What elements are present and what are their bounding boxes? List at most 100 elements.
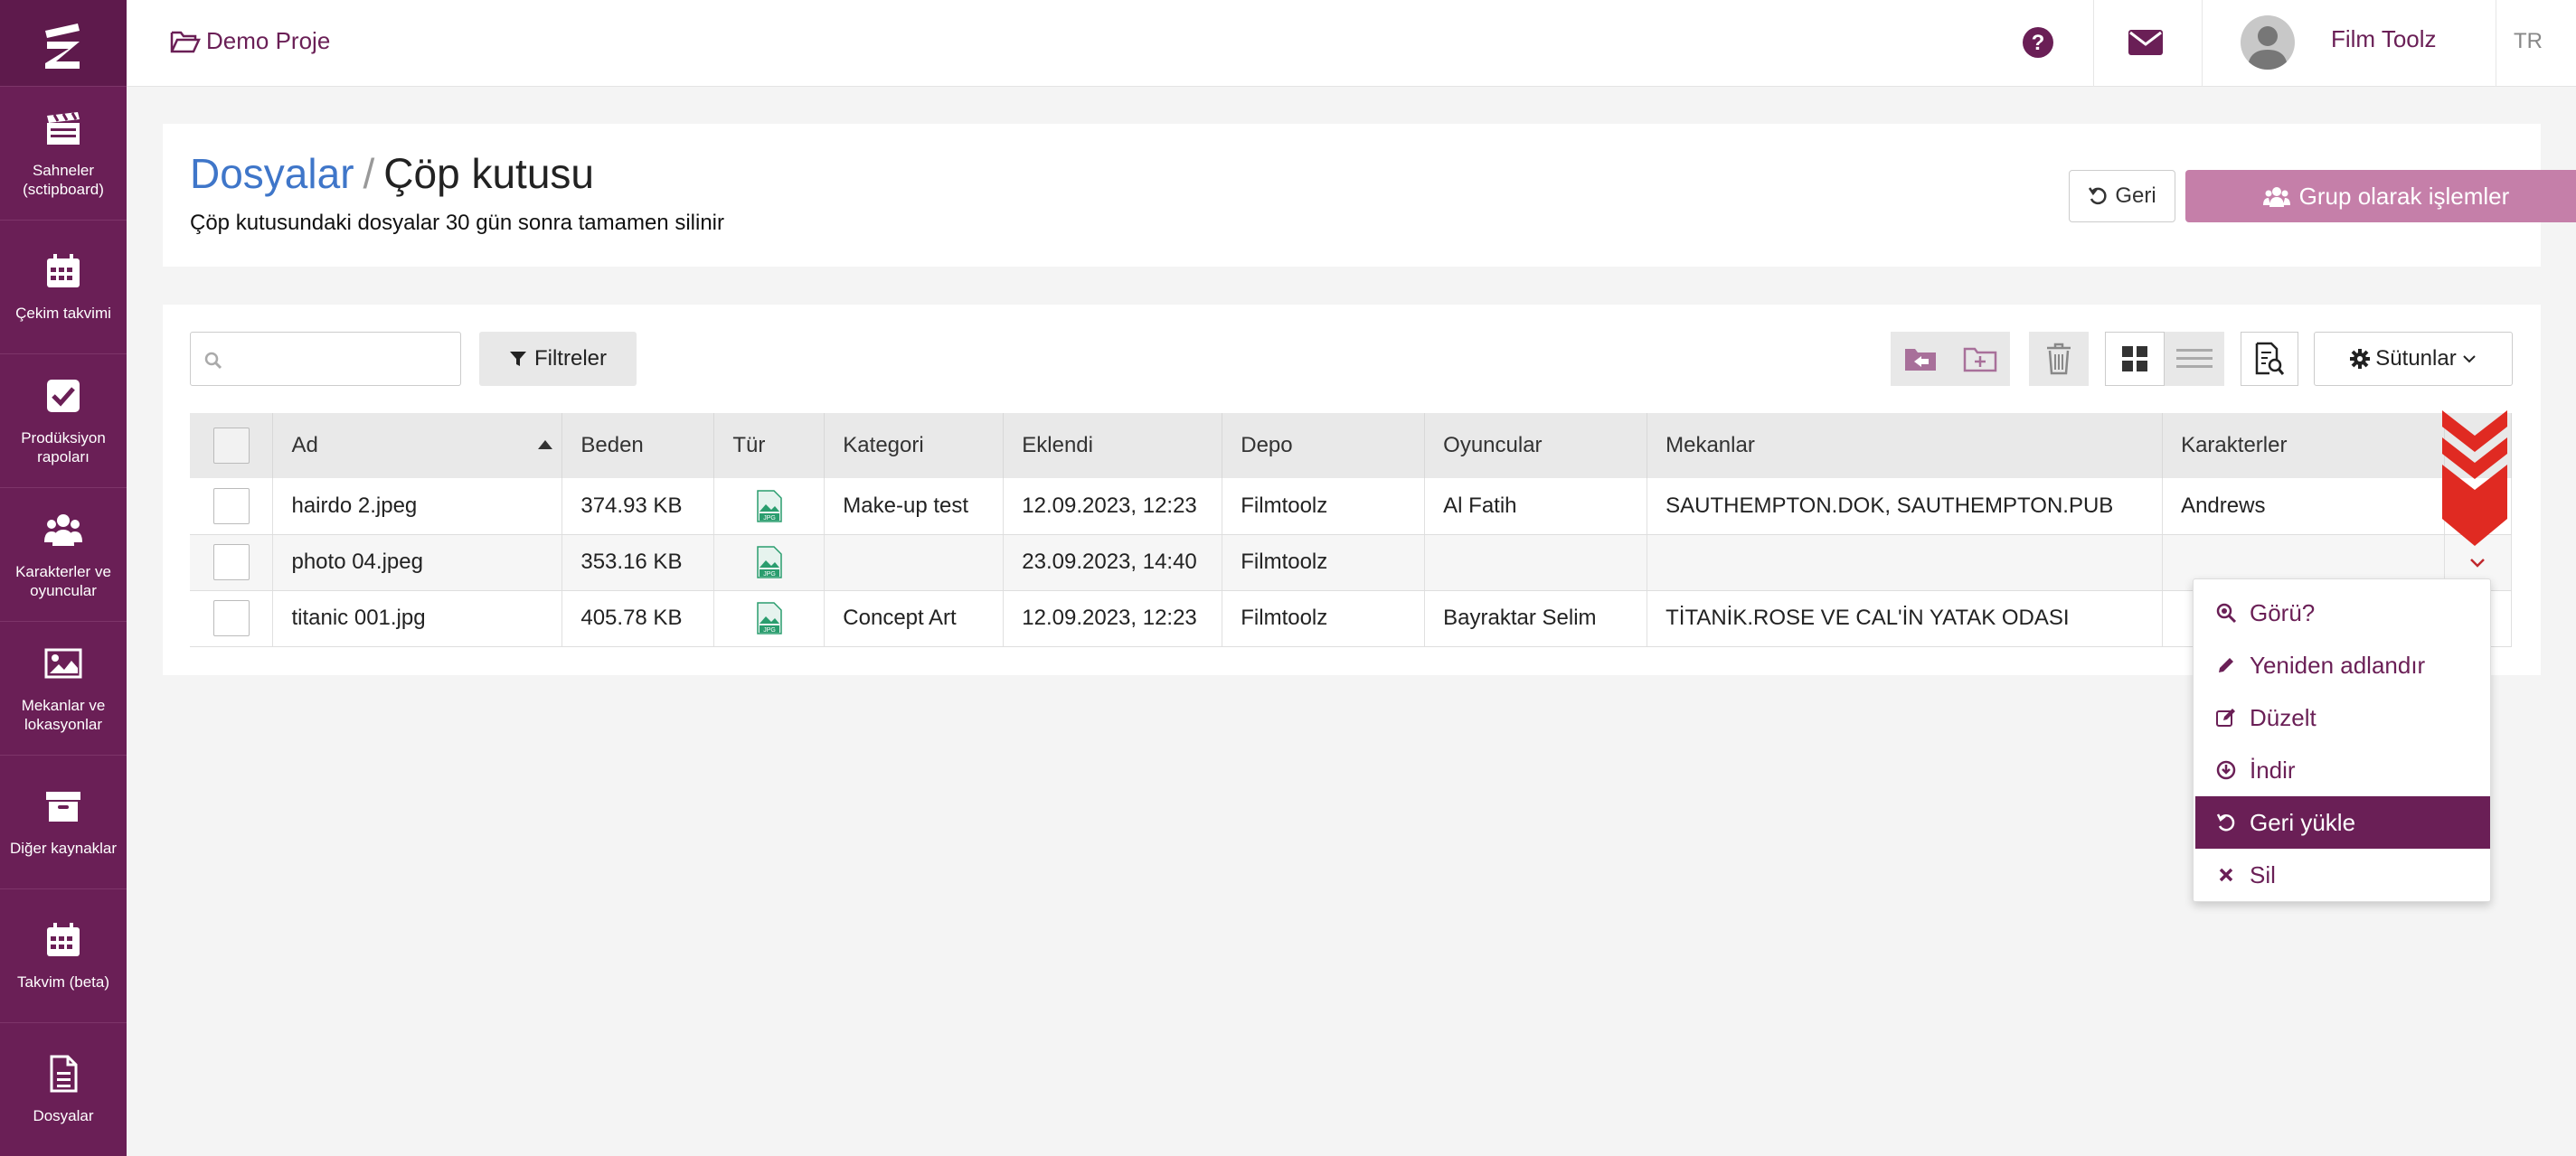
sidebar-item-production-reports[interactable]: Prodüksiyon rapoları: [0, 354, 127, 488]
sidebar-item-shooting-schedule[interactable]: Çekim takvimi: [0, 221, 127, 354]
svg-text:JPG: JPG: [763, 515, 776, 522]
move-to-folder-button[interactable]: [1891, 332, 1950, 386]
table-row[interactable]: hairdo 2.jpeg 374.93 KB JPG Make-up test…: [190, 478, 2513, 535]
file-category: Make-up test: [824, 478, 1005, 535]
file-name[interactable]: hairdo 2.jpeg: [272, 478, 563, 535]
project-selector[interactable]: Demo Proje: [170, 27, 330, 55]
folder-plus-icon: [1963, 347, 1997, 372]
help-button[interactable]: ?: [2021, 25, 2055, 64]
row-checkbox[interactable]: [212, 544, 250, 580]
row-checkbox[interactable]: [212, 600, 250, 636]
table-header-row: Ad Beden Tür Kategori Eklendi Depo Oyunc…: [190, 413, 2513, 478]
user-icon: [2248, 26, 2288, 70]
column-header-name[interactable]: Ad: [272, 413, 563, 478]
grid-view-icon: [2122, 346, 2147, 371]
clapperboard-icon: [47, 111, 80, 145]
column-header-locations[interactable]: Mekanlar: [1647, 413, 2164, 478]
sidebar-item-scenes[interactable]: Sahneler (sctipboard): [0, 87, 127, 221]
group-actions-button[interactable]: Grup olarak işlemler: [2185, 170, 2576, 222]
top-bar: Demo Proje ? Film Toolz TR: [127, 0, 2576, 87]
breadcrumb-separator: /: [363, 150, 375, 197]
new-folder-button[interactable]: [1950, 332, 2010, 386]
menu-item-restore[interactable]: Geri yükle: [2195, 796, 2490, 849]
list-view-button[interactable]: [2165, 332, 2224, 386]
sidebar-item-label: Prodüksiyon rapoları: [21, 428, 106, 465]
columns-button[interactable]: Sütunlar: [2314, 332, 2513, 386]
search-icon: [204, 352, 222, 370]
page-title: Çöp kutusu: [383, 150, 594, 197]
column-header-actors[interactable]: Oyuncular: [1424, 413, 1648, 478]
table-row[interactable]: photo 04.jpeg 353.16 KB JPG 23.09.2023, …: [190, 534, 2513, 591]
sidebar-item-calendar-beta[interactable]: Takvim (beta): [0, 889, 127, 1023]
sidebar-item-label: Çekim takvimi: [15, 305, 111, 322]
file-locations: [1647, 534, 2164, 591]
messages-button[interactable]: [2128, 29, 2164, 61]
archive-icon: [46, 792, 80, 822]
language-selector[interactable]: TR: [2514, 29, 2543, 54]
chevron-down-icon[interactable]: [2469, 558, 2486, 569]
files-table: Ad Beden Tür Kategori Eklendi Depo Oyunc…: [190, 413, 2513, 647]
search-input[interactable]: [190, 332, 461, 386]
close-icon: [2219, 868, 2233, 882]
menu-item-download[interactable]: İndir: [2195, 744, 2490, 796]
table-row[interactable]: titanic 001.jpg 405.78 KB JPG Concept Ar…: [190, 590, 2513, 647]
file-locations: SAUTHEMPTON.DOK, SAUTHEMPTON.PUB: [1647, 478, 2164, 535]
sidebar-item-other-resources[interactable]: Diğer kaynaklar: [0, 756, 127, 889]
page-subtitle: Çöp kutusundaki dosyalar 30 gün sonra ta…: [190, 211, 724, 235]
app-logo[interactable]: [0, 0, 127, 87]
sidebar-item-label: Dosyalar: [33, 1107, 94, 1124]
sidebar-item-label: Takvim (beta): [16, 973, 110, 991]
file-characters: Andrews: [2162, 478, 2445, 535]
sidebar-item-characters[interactable]: Karakterler ve oyuncular: [0, 488, 127, 622]
breadcrumb-files-link[interactable]: Dosyalar: [190, 150, 354, 197]
grid-view-button[interactable]: [2105, 332, 2165, 386]
file-category: Concept Art: [824, 590, 1005, 647]
select-all-checkbox[interactable]: [212, 428, 250, 464]
preview-button[interactable]: [2241, 332, 2298, 386]
column-header-category[interactable]: Kategori: [824, 413, 1005, 478]
back-button[interactable]: Geri: [2069, 170, 2175, 222]
users-icon: [44, 513, 82, 546]
list-view-icon: [2176, 349, 2213, 368]
column-header-storage[interactable]: Depo: [1222, 413, 1426, 478]
file-added: 12.09.2023, 12:23: [1003, 590, 1223, 647]
menu-item-edit[interactable]: Düzelt: [2195, 691, 2490, 744]
column-header-added[interactable]: Eklendi: [1003, 413, 1223, 478]
image-icon: [44, 648, 82, 678]
calendar-icon: [47, 923, 80, 956]
file-name[interactable]: photo 04.jpeg: [272, 534, 563, 591]
file-name[interactable]: titanic 001.jpg: [272, 590, 563, 647]
sidebar-item-locations[interactable]: Mekanlar ve lokasyonlar: [0, 622, 127, 756]
file-storage: Filmtoolz: [1222, 478, 1426, 535]
sidebar-item-files[interactable]: Dosyalar: [0, 1023, 127, 1156]
column-header-size[interactable]: Beden: [561, 413, 715, 478]
project-name: Demo Proje: [206, 27, 331, 54]
trash-icon: [2047, 343, 2071, 375]
sidebar-item-label: Karakterler ve oyuncular: [15, 562, 111, 599]
column-header-characters[interactable]: Karakterler: [2162, 413, 2445, 478]
chevron-down-icon: [2462, 355, 2476, 363]
breadcrumb: Dosyalar / Çöp kutusu: [190, 149, 594, 198]
files-panel: Filtreler Sütunlar Ad Beden Tür Kategori…: [163, 305, 2541, 675]
menu-item-delete[interactable]: Sil: [2195, 849, 2490, 901]
group-actions-main[interactable]: Grup olarak işlemler: [2185, 170, 2576, 222]
sidebar-item-label: Mekanlar ve lokasyonlar: [21, 696, 106, 733]
file-storage: Filmtoolz: [1222, 534, 1426, 591]
menu-item-view[interactable]: Görü?: [2195, 587, 2490, 639]
menu-item-rename[interactable]: Yeniden adlandır: [2195, 639, 2490, 691]
delete-button[interactable]: [2029, 332, 2089, 386]
avatar[interactable]: [2241, 15, 2295, 70]
pointer-chevrons-icon: [2442, 410, 2507, 546]
file-category: [824, 534, 1005, 591]
users-icon: [2262, 187, 2290, 207]
envelope-icon: [2128, 30, 2163, 55]
sidebar-item-label: Diğer kaynaklar: [9, 840, 118, 857]
pencil-icon: [2219, 658, 2233, 672]
columns-button-label: Sütunlar: [2375, 346, 2457, 371]
group-actions-label: Grup olarak işlemler: [2298, 182, 2510, 210]
row-checkbox[interactable]: [212, 487, 250, 524]
column-header-type[interactable]: Tür: [713, 413, 826, 478]
filters-button[interactable]: Filtreler: [479, 332, 637, 386]
filters-button-label: Filtreler: [533, 346, 607, 371]
user-name[interactable]: Film Toolz: [2331, 25, 2437, 53]
